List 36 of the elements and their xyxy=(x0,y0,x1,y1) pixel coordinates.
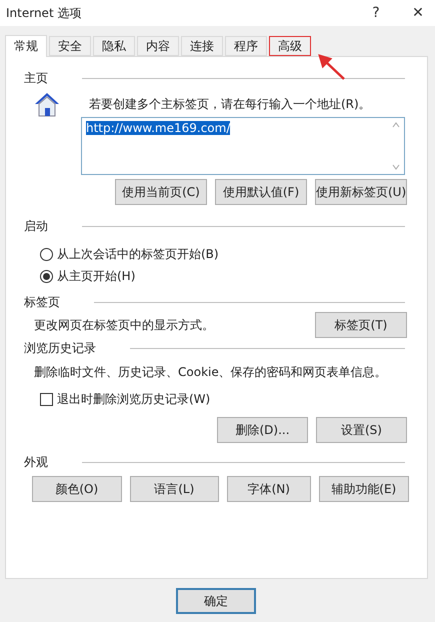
close-button[interactable]: ✕ xyxy=(401,0,435,26)
radio-label: 从上次会话中的标签页开始(B) xyxy=(57,246,219,262)
checkbox[interactable] xyxy=(40,392,53,406)
history-button[interactable]: 设置(S) xyxy=(316,417,407,443)
home-page-button[interactable]: 使用当前页(C) xyxy=(115,179,207,205)
checkbox-label: 退出时删除浏览历史记录(W) xyxy=(57,390,210,408)
radio-button[interactable] xyxy=(40,270,53,282)
description-text: 更改网页在标签页中的显示方式。 xyxy=(34,316,214,334)
appearance-button[interactable]: 颜色(O) xyxy=(32,476,122,502)
tab[interactable]: 隐私 xyxy=(93,36,135,56)
tab[interactable]: 内容 xyxy=(137,36,179,56)
radio-label: 从主页开始(H) xyxy=(57,268,136,284)
ok-button[interactable]: 确定 xyxy=(176,588,256,614)
tabs-button[interactable]: 标签页(T) xyxy=(315,312,407,338)
description-text: 删除临时文件、历史记录、Cookie、保存的密码和网页表单信息。 xyxy=(34,364,387,380)
section-title: 标签页 xyxy=(24,294,60,310)
tab[interactable]: 常规 xyxy=(5,35,47,57)
section-title: 启动 xyxy=(24,218,48,234)
hint-text: 若要创建多个主标签页，请在每行输入一个地址(R)。 xyxy=(89,96,371,112)
appearance-button[interactable]: 字体(N) xyxy=(227,476,311,502)
radio-button[interactable] xyxy=(40,248,53,260)
home-page-button[interactable]: 使用新标签页(U) xyxy=(315,179,407,205)
tab[interactable]: 高级 xyxy=(269,36,311,56)
tab[interactable]: 连接 xyxy=(181,36,223,56)
history-button[interactable]: 删除(D)... xyxy=(217,417,308,443)
window-title: Internet 选项 xyxy=(6,4,82,22)
section-title: 外观 xyxy=(24,454,48,470)
appearance-button[interactable]: 辅助功能(E) xyxy=(318,476,410,502)
section-title: 浏览历史记录 xyxy=(24,340,96,356)
arrow-icon xyxy=(318,54,346,80)
home-page-button[interactable]: 使用默认值(F) xyxy=(215,179,307,205)
help-button[interactable]: ? xyxy=(359,0,393,26)
tab[interactable]: 程序 xyxy=(225,36,267,56)
appearance-button[interactable]: 语言(L) xyxy=(130,476,219,502)
tab[interactable]: 安全 xyxy=(49,36,91,56)
section-title: 主页 xyxy=(24,70,48,86)
